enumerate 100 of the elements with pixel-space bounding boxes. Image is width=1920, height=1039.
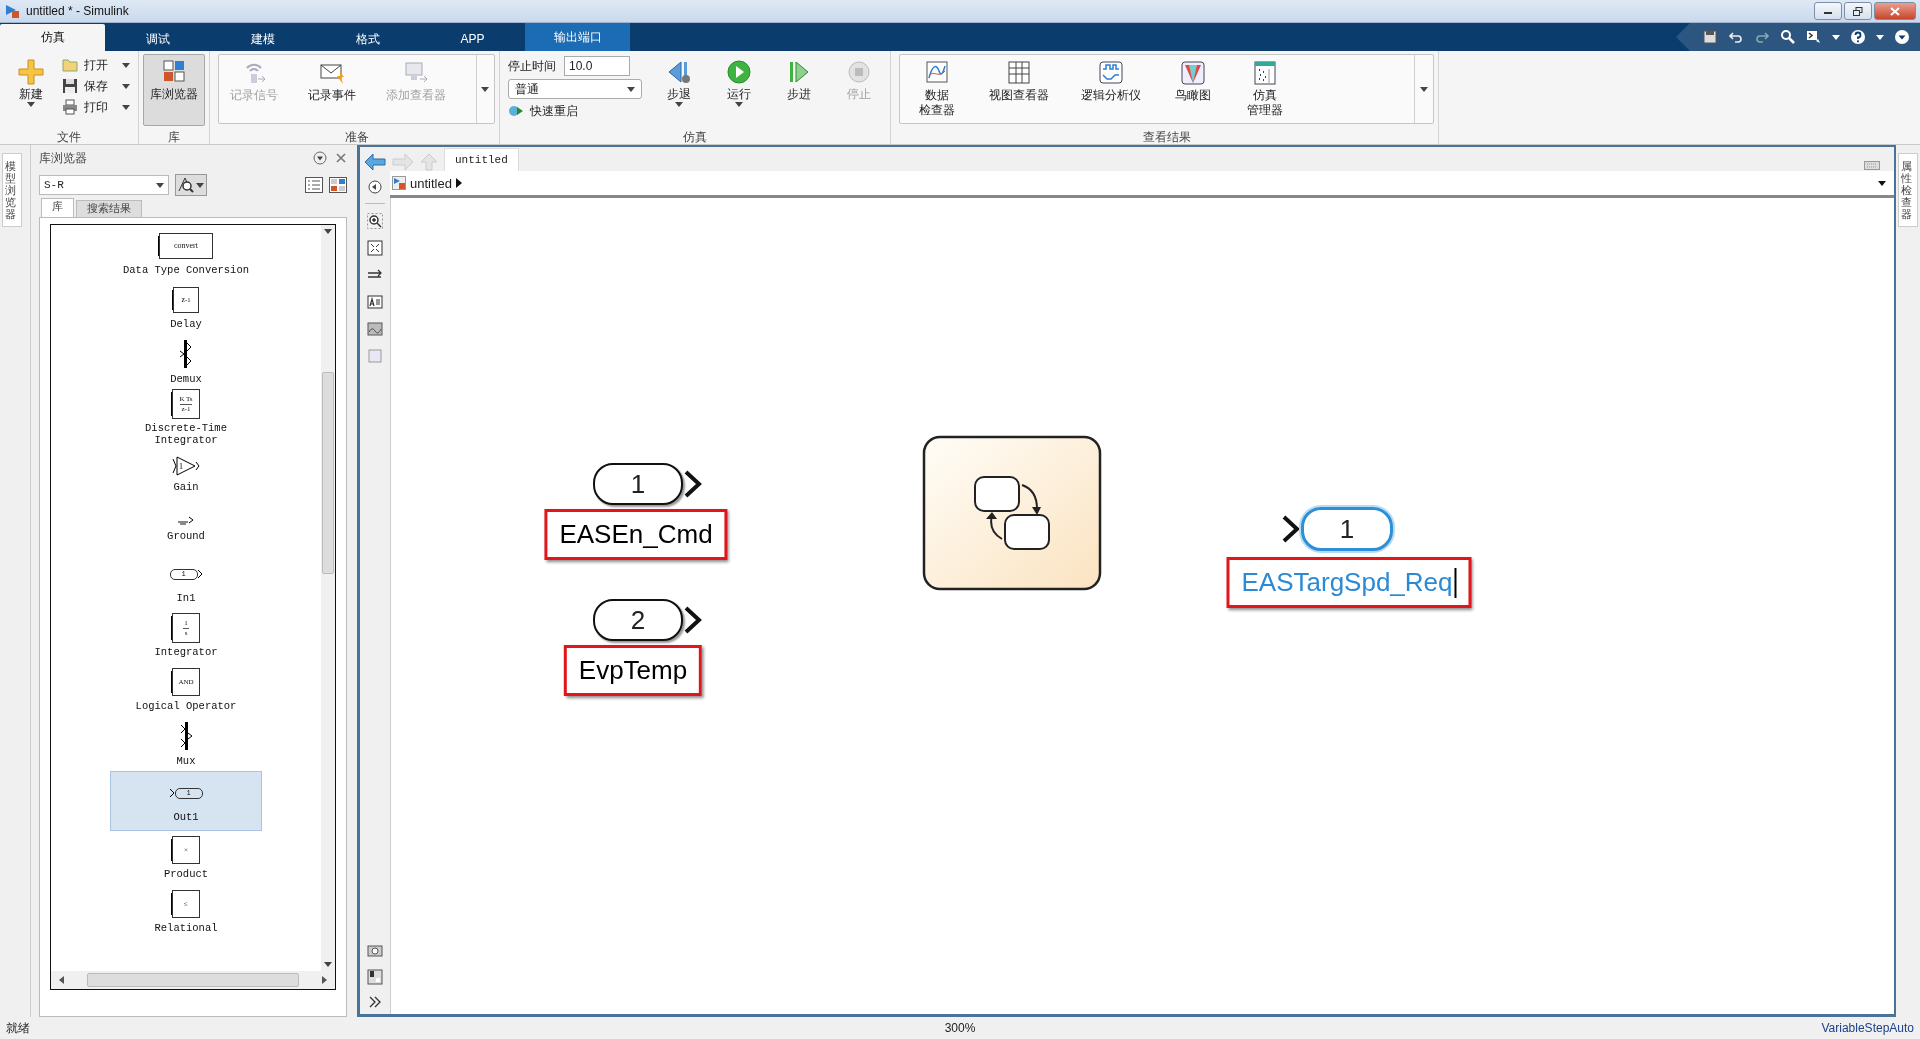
toolstrip-button[interactable]: 步退	[652, 54, 706, 111]
toolstrip-button[interactable]: 逻辑分析仪	[1074, 55, 1148, 106]
back-circle-icon[interactable]	[367, 179, 383, 195]
caret-icon	[122, 62, 130, 68]
back-icon[interactable]	[364, 153, 386, 171]
section-title: 查看结果	[1141, 129, 1192, 144]
toolstrip-button[interactable]: 数据 检查器	[910, 55, 964, 121]
camera-icon[interactable]	[367, 942, 383, 958]
section-title: 仿真	[682, 129, 708, 144]
library-dropdown[interactable]: S-R	[39, 175, 169, 195]
caret-icon	[156, 182, 164, 188]
redo-icon	[1754, 29, 1770, 45]
caret-icon	[196, 182, 204, 188]
caret-icon	[122, 104, 130, 110]
ribbon-tab[interactable]: 格式	[315, 27, 420, 51]
arrow-left-icon	[59, 976, 64, 984]
mux-block-icon	[179, 721, 193, 751]
horizontal-scrollbar[interactable]	[51, 971, 335, 989]
library-block[interactable]: Mux	[111, 717, 261, 771]
plus-icon	[17, 58, 45, 86]
search-options-button[interactable]	[175, 174, 207, 196]
side-panel-tab[interactable]: 模型浏览器	[2, 153, 22, 228]
toolstrip-button[interactable]: 库浏览器	[143, 54, 205, 126]
ribbon-tab[interactable]: 输出端口	[525, 23, 630, 51]
dotted-grid-icon	[1251, 59, 1279, 87]
toolstrip-button[interactable]: 打印	[62, 98, 130, 116]
toolstrip-button[interactable]: 新建	[4, 54, 58, 111]
keyboard-icon	[1864, 159, 1880, 171]
vertical-scrollbar[interactable]	[321, 225, 335, 971]
list-view-icon[interactable]	[305, 177, 323, 193]
side-panel-tab[interactable]: 属性检查器	[1898, 153, 1918, 228]
minimize-button[interactable]	[1814, 2, 1842, 20]
library-block[interactable]: Demux	[111, 335, 261, 389]
block-name-label[interactable]: EASTargSpd_Req	[1226, 557, 1472, 608]
block-name-label[interactable]: EvpTemp	[563, 645, 703, 696]
breadcrumb-item[interactable]: untitled	[410, 175, 452, 191]
caret-icon	[1832, 34, 1840, 40]
fit-view-icon[interactable]	[367, 240, 383, 256]
toolstrip-button[interactable]: 视图查看器	[982, 55, 1056, 106]
library-block[interactable]: 1 Gain	[111, 447, 261, 501]
caret-icon	[122, 83, 130, 89]
zoom-in-icon[interactable]	[367, 213, 383, 229]
shortcut-icon	[1806, 29, 1822, 45]
toolstrip-button[interactable]: 打开	[62, 56, 130, 74]
library-block[interactable]: convert Data Type Conversion	[111, 227, 261, 281]
toolstrip-button[interactable]: 记录事件	[301, 55, 363, 106]
library-tab[interactable]: 库	[41, 198, 74, 217]
library-tab[interactable]: 搜索结果	[76, 200, 142, 217]
solver-name: VariableStepAuto	[1821, 1021, 1914, 1035]
outport-block[interactable]: 1	[1301, 507, 1393, 551]
play-icon	[725, 58, 753, 86]
stop-time-field[interactable]: 10.0	[564, 56, 630, 76]
panel-title: 库浏览器	[39, 149, 88, 167]
panel-menu-icon[interactable]	[313, 151, 327, 165]
caret-icon	[324, 962, 332, 967]
editor-tab[interactable]: untitled	[444, 148, 519, 171]
ribbon-tab[interactable]: 调试	[105, 27, 210, 51]
icon-view-icon[interactable]	[329, 177, 347, 193]
image-icon[interactable]	[367, 321, 383, 337]
ground-block-icon	[176, 514, 196, 526]
caret-icon	[481, 86, 490, 92]
expand-icon[interactable]	[368, 996, 382, 1008]
annotation-icon[interactable]	[367, 294, 383, 310]
toolstrip-button[interactable]: 步进	[772, 54, 826, 105]
simulation-mode-dropdown[interactable]: 普通	[508, 79, 642, 99]
fan-icon	[1179, 59, 1207, 87]
toolstrip-button[interactable]: 仿真 管理器	[1238, 55, 1292, 121]
arrow-right-icon	[322, 976, 327, 984]
waveform-icon	[1097, 59, 1125, 87]
search-icon	[178, 177, 194, 193]
ribbon-tab[interactable]: 仿真	[0, 24, 105, 51]
ribbon-tab[interactable]: APP	[420, 27, 525, 51]
toolstrip-button[interactable]: 保存	[62, 77, 130, 95]
toolstrip-button[interactable]: 鸟瞰图	[1166, 55, 1220, 106]
field-label: 停止时间	[508, 57, 556, 75]
scrollbar-thumb[interactable]	[322, 372, 334, 574]
caret-icon	[735, 102, 743, 107]
folder-icon	[62, 57, 78, 73]
block-name-label[interactable]: EASEn_Cmd	[544, 509, 728, 560]
close-icon[interactable]	[335, 152, 347, 164]
restore-icon	[1853, 6, 1863, 16]
simulink-icon	[4, 3, 20, 19]
ribbon-tab[interactable]: 建模	[210, 27, 315, 51]
library-block[interactable]: Ground	[111, 501, 261, 555]
close-button[interactable]	[1874, 2, 1916, 20]
layout-icon[interactable]	[367, 969, 383, 985]
window-title: untitled * - Simulink	[26, 4, 129, 18]
restore-button[interactable]	[1844, 2, 1872, 20]
inport-block[interactable]: 1	[593, 463, 683, 505]
caret-icon	[324, 229, 332, 234]
inport-block[interactable]: 2	[593, 599, 683, 641]
printer-icon	[62, 99, 78, 115]
model-icon	[392, 176, 406, 190]
scrollbar-thumb[interactable]	[87, 973, 299, 987]
toolstrip-button[interactable]: 运行	[712, 54, 766, 111]
restart-icon	[508, 103, 524, 119]
toolstrip-button[interactable]: 快速重启	[508, 102, 642, 120]
close-icon	[1890, 6, 1900, 16]
section-title: 准备	[343, 129, 370, 144]
section-title: 文件	[56, 129, 82, 144]
